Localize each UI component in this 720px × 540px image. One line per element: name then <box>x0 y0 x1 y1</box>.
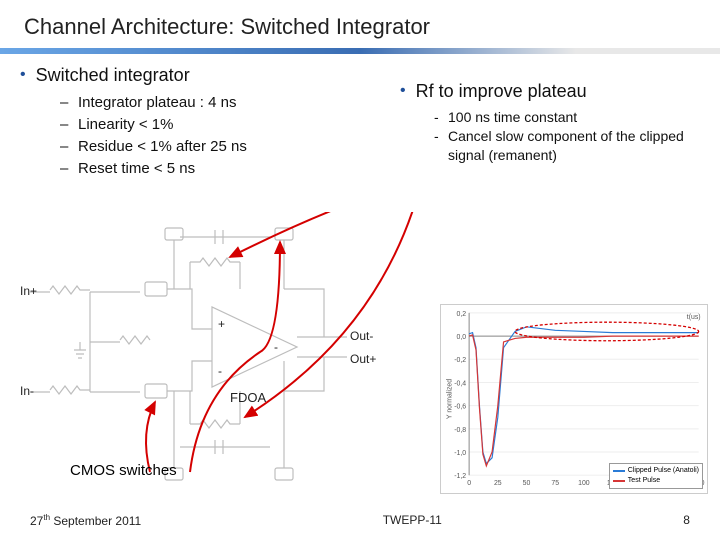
list-text: 100 ns time constant <box>448 108 700 127</box>
svg-text:25: 25 <box>494 480 502 487</box>
svg-text:-1,2: -1,2 <box>454 473 466 480</box>
dash: – <box>60 158 78 180</box>
list-item: -Cancel slow component of the clipped si… <box>434 127 700 165</box>
svg-text:-0,4: -0,4 <box>454 380 466 387</box>
footer-center: TWEPP-11 <box>383 513 442 527</box>
main-heading: Switched integrator <box>36 64 190 86</box>
right-column: • Rf to improve plateau -100 ns time con… <box>400 80 700 165</box>
list-text: Linearity < 1% <box>78 114 173 136</box>
svg-text:75: 75 <box>551 480 559 487</box>
dash: - <box>434 108 448 127</box>
svg-text:100: 100 <box>578 480 590 487</box>
svg-text:0,0: 0,0 <box>457 334 467 341</box>
list-text: Integrator plateau : 4 ns <box>78 92 236 114</box>
svg-text:-0,8: -0,8 <box>454 427 466 434</box>
svg-text:-0,2: -0,2 <box>454 357 466 364</box>
label-minus: - <box>274 340 278 354</box>
label-plus: + <box>218 317 225 331</box>
dash: – <box>60 114 78 136</box>
label-in-plus: In+ <box>20 284 37 298</box>
list-text: Cancel slow component of the clipped sig… <box>448 127 700 165</box>
cmos-label: CMOS switches <box>70 462 177 480</box>
list-text: Reset time < 5 ns <box>78 158 195 180</box>
circuit-diagram: In+ In- + - - FDOA Out- Out+ <box>20 212 440 492</box>
right-heading-row: • Rf to improve plateau <box>400 80 700 102</box>
footer-page: 8 <box>683 513 690 527</box>
label-minus: - <box>218 364 222 378</box>
legend-b: Test Pulse <box>628 476 660 486</box>
svg-text:t(us): t(us) <box>687 314 701 321</box>
svg-text:0,2: 0,2 <box>457 311 467 318</box>
label-out-plus: Out+ <box>350 352 376 366</box>
chart-legend: Clipped Pulse (Anatoli) Test Pulse <box>609 463 703 489</box>
label-out-minus: Out- <box>350 329 373 343</box>
label-fdoa: FDOA <box>230 390 266 405</box>
list-text: Residue < 1% after 25 ns <box>78 136 247 158</box>
svg-text:Y normalized: Y normalized <box>446 379 453 419</box>
svg-text:-0,6: -0,6 <box>454 404 466 411</box>
page-title: Channel Architecture: Switched Integrato… <box>0 0 720 48</box>
bullet-dot: • <box>20 64 26 86</box>
svg-text:-1,0: -1,0 <box>454 450 466 457</box>
right-list: -100 ns time constant -Cancel slow compo… <box>434 108 700 165</box>
dash: – <box>60 136 78 158</box>
svg-text:50: 50 <box>523 480 531 487</box>
dash: – <box>60 92 78 114</box>
chart: 0,2 0,0 -0,2 -0,4 -0,6 -0,8 -1,0 -1,20 25 50 75 100… <box>440 304 708 494</box>
footer: 27th September 2011 TWEPP-11 8 <box>0 500 720 540</box>
label-in-minus: In- <box>20 384 34 398</box>
content: • Switched integrator –Integrator platea… <box>0 54 720 474</box>
dash: - <box>434 127 448 146</box>
footer-date: 27th September 2011 <box>30 513 141 528</box>
legend-a: Clipped Pulse (Anatoli) <box>628 466 699 476</box>
right-heading: Rf to improve plateau <box>416 80 587 102</box>
svg-text:0: 0 <box>467 480 471 487</box>
list-item: -100 ns time constant <box>434 108 700 127</box>
bullet-dot: • <box>400 80 406 102</box>
